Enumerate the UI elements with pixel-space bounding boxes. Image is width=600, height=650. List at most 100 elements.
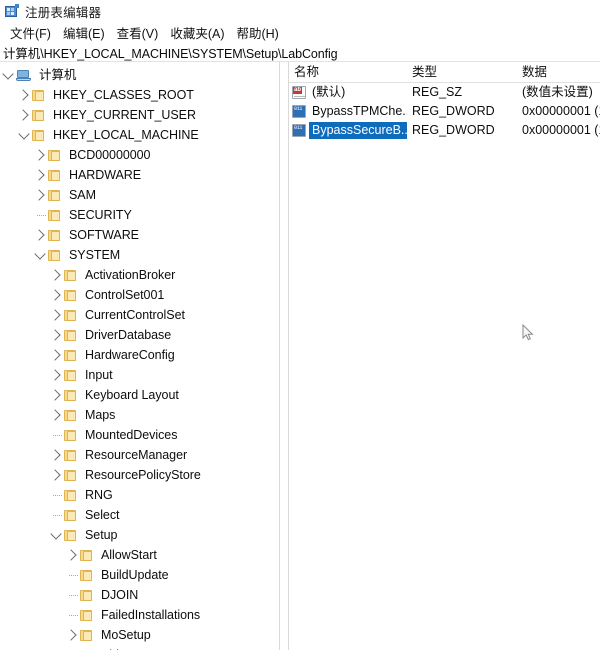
value-row[interactable]: ab (默认) REG_SZ (数值未设置) [289, 83, 600, 102]
dword-value-icon: 011 100 011 [292, 105, 306, 118]
chevron-right-icon[interactable] [48, 265, 64, 285]
tree-node-label: SAM [69, 188, 96, 202]
tree-node[interactable]: SYSTEM [0, 245, 279, 265]
chevron-right-icon[interactable] [16, 85, 32, 105]
tree-node-label: HARDWARE [69, 168, 142, 182]
folder-icon [80, 609, 93, 622]
chevron-right-icon[interactable] [48, 325, 64, 345]
tree-node[interactable]: ResourceManager [0, 445, 279, 465]
menu-view[interactable]: 查看(V) [111, 21, 165, 45]
value-type: REG_SZ [412, 85, 463, 99]
window-title: 注册表编辑器 [25, 5, 102, 20]
menu-edit[interactable]: 编辑(E) [57, 21, 111, 45]
chevron-down-icon[interactable] [48, 525, 64, 545]
chevron-right-icon[interactable] [32, 165, 48, 185]
tree-node[interactable]: Maps [0, 405, 279, 425]
value-row[interactable]: 011 100 011BypassSecureB... REG_DWORD 0x00… [289, 121, 600, 140]
tree-node[interactable]: 计算机 [0, 65, 279, 85]
tree-node[interactable]: RNG [0, 485, 279, 505]
column-header-data[interactable]: 数据 [517, 62, 600, 82]
chevron-right-icon[interactable] [48, 405, 64, 425]
tree-node[interactable]: HARDWARE [0, 165, 279, 185]
chevron-right-icon[interactable] [48, 345, 64, 365]
chevron-right-icon[interactable] [48, 465, 64, 485]
tree-node[interactable]: Select [0, 505, 279, 525]
menu-favorites[interactable]: 收藏夹(A) [164, 21, 230, 45]
folder-icon [80, 549, 93, 562]
pane-splitter[interactable] [280, 62, 289, 650]
chevron-right-icon[interactable] [32, 225, 48, 245]
tree-node[interactable]: ControlSet001 [0, 285, 279, 305]
tree-node[interactable]: MoSetup [0, 625, 279, 645]
menu-bar: 文件(F) 编辑(E) 查看(V) 收藏夹(A) 帮助(H) [0, 22, 600, 43]
registry-editor-window: 注册表编辑器 文件(F) 编辑(E) 查看(V) 收藏夹(A) 帮助(H) 计算机\HK… [0, 0, 600, 650]
chevron-right-icon[interactable] [48, 445, 64, 465]
chevron-down-icon[interactable] [32, 245, 48, 265]
chevron-right-icon[interactable] [32, 145, 48, 165]
tree-node[interactable]: AllowStart [0, 545, 279, 565]
tree-node[interactable]: Keyboard Layout [0, 385, 279, 405]
computer-icon [16, 69, 31, 82]
tree-connector [64, 605, 80, 625]
chevron-right-icon[interactable] [16, 105, 32, 125]
tree-node[interactable]: FailedInstallations [0, 605, 279, 625]
tree-node-label: HKEY_CURRENT_USER [53, 108, 196, 122]
tree-node-label: SYSTEM [69, 248, 121, 262]
tree-node[interactable]: HKEY_LOCAL_MACHINE [0, 125, 279, 145]
tree-node[interactable]: Input [0, 365, 279, 385]
chevron-right-icon[interactable] [48, 365, 64, 385]
column-header-name[interactable]: 名称 [289, 62, 407, 82]
tree-node[interactable]: SOFTWARE [0, 225, 279, 245]
tree-node[interactable]: CurrentControlSet [0, 305, 279, 325]
chevron-right-icon[interactable] [48, 305, 64, 325]
menu-file[interactable]: 文件(F) [4, 21, 57, 45]
chevron-down-icon[interactable] [16, 125, 32, 145]
folder-icon [80, 569, 93, 582]
chevron-right-icon[interactable] [32, 185, 48, 205]
registry-values-pane[interactable]: 名称类型数据 ab(默认)REG_SZ(数值未设置)011 100 011Byp… [289, 62, 600, 650]
tree-node[interactable]: ActivationBroker [0, 265, 279, 285]
chevron-right-icon[interactable] [48, 385, 64, 405]
menu-help[interactable]: 帮助(H) [230, 21, 284, 45]
address-bar[interactable]: 计算机\HKEY_LOCAL_MACHINE\SYSTEM\Setup\LabC… [0, 43, 600, 62]
tree-node[interactable]: SECURITY [0, 205, 279, 225]
tree-node[interactable]: BCD00000000 [0, 145, 279, 165]
tree-node[interactable]: HardwareConfig [0, 345, 279, 365]
tree-node[interactable]: ResourcePolicyStore [0, 465, 279, 485]
chevron-right-icon[interactable] [64, 545, 80, 565]
chevron-right-icon[interactable] [64, 625, 80, 645]
column-header-type[interactable]: 类型 [407, 62, 517, 82]
tree-node[interactable]: Pid [0, 645, 279, 650]
tree-node[interactable]: DriverDatabase [0, 325, 279, 345]
tree-node[interactable]: DJOIN [0, 585, 279, 605]
tree-node[interactable]: HKEY_CLASSES_ROOT [0, 85, 279, 105]
tree-node[interactable]: Setup [0, 525, 279, 545]
registry-tree-pane[interactable]: 计算机 HKEY_CLASSES_ROOT HKEY_CURRENT_USER HKE… [0, 62, 280, 650]
value-name: BypassSecureB... [309, 122, 407, 139]
tree-node-label: ResourceManager [85, 448, 188, 462]
chevron-down-icon[interactable] [0, 65, 16, 85]
tree-node[interactable]: BuildUpdate [0, 565, 279, 585]
tree-node[interactable]: SAM [0, 185, 279, 205]
folder-icon [64, 409, 77, 422]
value-row[interactable]: 011 100 011 BypassTPMChe... REG_DWORD 0x000… [289, 102, 600, 121]
tree-node[interactable]: MountedDevices [0, 425, 279, 445]
tree-node[interactable]: HKEY_CURRENT_USER [0, 105, 279, 125]
chevron-right-icon[interactable] [48, 285, 64, 305]
